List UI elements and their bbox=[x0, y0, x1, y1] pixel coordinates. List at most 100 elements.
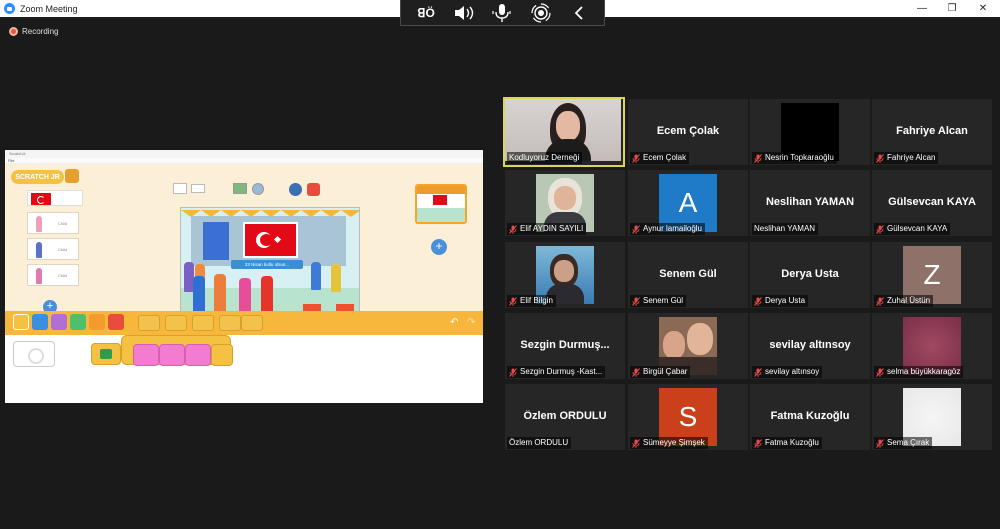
participant-nameplate: selma büyükkaragöz bbox=[874, 366, 964, 378]
participant-tile[interactable]: Sezgin Durmuş... Sezgin Durmuş -Kast... bbox=[505, 313, 625, 379]
avatar-initial: S bbox=[678, 401, 698, 432]
participant-nameplate: Kodluyoruz Derneği bbox=[507, 152, 583, 164]
participant-tile[interactable]: selma büyükkaragöz bbox=[872, 313, 992, 379]
muted-mic-icon bbox=[876, 438, 884, 448]
page-thumbnail bbox=[415, 184, 467, 224]
sprite-label: Child bbox=[58, 273, 68, 278]
participant-name-label: Senem Gül bbox=[643, 296, 684, 305]
participant-nameplate: Elif AYDIN SAYILI bbox=[507, 223, 587, 235]
meeting-floating-toolbar: ꓭÖ bbox=[400, 0, 605, 26]
participant-tile[interactable]: Nesrin Topkaraoğlu bbox=[750, 99, 870, 165]
participant-name-label: Gülsevcan KAYA bbox=[887, 224, 948, 233]
sprite-label: Child bbox=[58, 221, 68, 226]
participant-tile[interactable]: Sema Çırak bbox=[872, 384, 992, 450]
avatar-initial: A bbox=[678, 187, 698, 218]
triggers-category-icon bbox=[13, 314, 29, 330]
participant-name-label: Sezgin Durmuş -Kast... bbox=[520, 367, 603, 376]
participant-nameplate: Fatma Kuzoğlu bbox=[752, 437, 822, 449]
participant-nameplate: Zuhal Üstün bbox=[874, 295, 934, 307]
looks-block bbox=[133, 344, 159, 366]
participant-name-label: Fatma Kuzoğlu bbox=[765, 438, 819, 447]
start-block bbox=[91, 343, 121, 365]
participant-tile[interactable]: S Sümeyye Şimşek bbox=[628, 384, 748, 450]
participant-name-label: Ecem Çolak bbox=[643, 153, 687, 162]
home-icon bbox=[65, 169, 79, 183]
trigger-block bbox=[165, 315, 187, 331]
participant-name-label: Sümeyye Şimşek bbox=[643, 438, 705, 447]
speaker-icon[interactable] bbox=[451, 2, 477, 24]
recording-dot-icon bbox=[9, 27, 18, 36]
add-page-icon: + bbox=[431, 239, 447, 255]
participant-nameplate: Ecem Çolak bbox=[630, 152, 690, 164]
maximize-button[interactable]: ❐ bbox=[935, 0, 969, 17]
participant-name-label: Derya Usta bbox=[765, 296, 806, 305]
participant-tile[interactable]: Senem Gül Senem Gül bbox=[628, 242, 748, 308]
stage: 23 Nisan kutlu olsun... bbox=[180, 207, 360, 323]
undo-icon: ↶ bbox=[450, 317, 459, 328]
recording-indicator[interactable]: Recording bbox=[9, 27, 58, 36]
participant-tile[interactable]: Z Zuhal Üstün bbox=[872, 242, 992, 308]
broadcast-icon[interactable] bbox=[528, 2, 554, 24]
close-button[interactable]: ✕ bbox=[966, 0, 1000, 17]
muted-mic-icon bbox=[754, 367, 762, 377]
participant-tile[interactable]: A Aynur lamailoğlu bbox=[628, 170, 748, 236]
shared-screen[interactable]: ScratchJr File SCRATCH JR Child Child Ch… bbox=[5, 150, 483, 403]
participant-tile[interactable]: Birgül Çabar bbox=[628, 313, 748, 379]
participant-name-label: Aynur lamailoğlu bbox=[643, 224, 702, 233]
chevron-left-icon[interactable] bbox=[566, 2, 592, 24]
looks-block bbox=[159, 344, 185, 366]
participant-tile[interactable]: Ecem Çolak Ecem Çolak bbox=[628, 99, 748, 165]
participant-tile[interactable]: Fahriye Alcan Fahriye Alcan bbox=[872, 99, 992, 165]
participant-nameplate: sevilay altınsoy bbox=[752, 366, 823, 378]
window-title: Zoom Meeting bbox=[20, 3, 78, 14]
participant-nameplate: Sümeyye Şimşek bbox=[630, 437, 708, 449]
microphone-icon[interactable] bbox=[489, 2, 515, 24]
participant-tile[interactable]: Neslihan YAMAN Neslihan YAMAN bbox=[750, 170, 870, 236]
participant-name-label: Elif AYDIN SAYILI bbox=[520, 224, 584, 233]
minimize-button[interactable]: — bbox=[905, 0, 939, 17]
muted-mic-icon bbox=[876, 153, 884, 163]
zoom-app-icon bbox=[4, 3, 15, 14]
muted-mic-icon bbox=[509, 296, 517, 306]
muted-mic-icon bbox=[632, 153, 640, 163]
participant-name-label: Kodluyoruz Derneği bbox=[509, 153, 580, 162]
participant-nameplate: Sema Çırak bbox=[874, 437, 933, 449]
sprite-preview bbox=[13, 341, 55, 367]
sound-category-icon bbox=[70, 314, 86, 330]
translate-label: ꓭÖ bbox=[417, 5, 435, 20]
participant-display-name: Neslihan YAMAN bbox=[765, 196, 855, 208]
participant-tile[interactable]: Elif Bilgin bbox=[505, 242, 625, 308]
participant-nameplate: Derya Usta bbox=[752, 295, 809, 307]
participant-display-name: Özlem ORDULU bbox=[523, 410, 607, 422]
muted-mic-icon bbox=[632, 224, 640, 234]
participant-tile[interactable]: Kodluyoruz Derneği bbox=[503, 97, 625, 167]
participant-name-label: Neslihan YAMAN bbox=[754, 224, 816, 233]
flag-sprite bbox=[27, 190, 83, 206]
muted-mic-icon bbox=[509, 224, 517, 234]
muted-mic-icon bbox=[632, 438, 640, 448]
participant-display-name: Gülsevcan KAYA bbox=[888, 196, 976, 208]
participant-tile[interactable]: Elif AYDIN SAYILI bbox=[505, 170, 625, 236]
participant-display-name: Derya Usta bbox=[781, 268, 839, 280]
participant-display-name: Ecem Çolak bbox=[656, 125, 720, 137]
participant-tile[interactable]: Özlem ORDULU Özlem ORDULU bbox=[505, 384, 625, 450]
muted-mic-icon bbox=[876, 367, 884, 377]
participant-name-label: Özlem ORDULU bbox=[509, 438, 569, 447]
participant-nameplate: Nesrin Topkaraoğlu bbox=[752, 152, 837, 164]
muted-mic-icon bbox=[754, 153, 762, 163]
trigger-block bbox=[241, 315, 263, 331]
muted-mic-icon bbox=[754, 296, 762, 306]
muted-mic-icon bbox=[632, 367, 640, 377]
trigger-block bbox=[192, 315, 214, 331]
participant-display-name: Senem Gül bbox=[659, 268, 717, 280]
participant-display-name: Fahriye Alcan bbox=[896, 125, 968, 137]
participant-tile[interactable]: Gülsevcan KAYA Gülsevcan KAYA bbox=[872, 170, 992, 236]
participant-tile[interactable]: Fatma Kuzoğlu Fatma Kuzoğlu bbox=[750, 384, 870, 450]
participant-tile[interactable]: Derya Usta Derya Usta bbox=[750, 242, 870, 308]
translate-icon[interactable]: ꓭÖ bbox=[413, 2, 439, 24]
scratchjr-workspace: SCRATCH JR Child Child Child + 23 Nisan … bbox=[5, 164, 483, 323]
participant-nameplate: Sezgin Durmuş -Kast... bbox=[507, 366, 606, 378]
script-area bbox=[5, 335, 483, 403]
control-category-icon bbox=[89, 314, 105, 330]
participant-tile[interactable]: sevilay altınsoy sevilay altınsoy bbox=[750, 313, 870, 379]
